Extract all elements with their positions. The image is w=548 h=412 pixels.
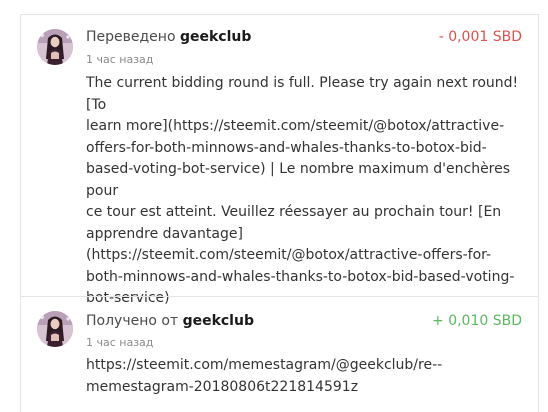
transfer-amount: - 0,001 SBD <box>438 29 522 45</box>
transfer-memo: The current bidding round is full. Pleas… <box>86 73 530 310</box>
transfer-direction-label: Переведено <box>86 29 176 45</box>
avatar[interactable] <box>37 311 73 347</box>
memo-line: https://steemit.com/memestagram/@geekclu… <box>86 357 443 373</box>
transfer-item: Переведено geekclub - 0,001 SBD 1 час на… <box>21 15 538 306</box>
transfer-time: 1 час назад <box>86 336 154 349</box>
wallet-history-page: Переведено geekclub - 0,001 SBD 1 час на… <box>0 0 548 412</box>
transfer-item: Получено от geekclub + 0,010 SBD 1 час н… <box>21 297 538 412</box>
memo-line: (https://steemit.com/steemit/@botox/attr… <box>86 247 492 263</box>
memo-line: learn more](https://steemit.com/steemit/… <box>86 118 505 134</box>
transfer-memo: https://steemit.com/memestagram/@geekclu… <box>86 355 530 398</box>
transfer-heading: Переведено geekclub <box>86 28 251 46</box>
avatar[interactable] <box>37 29 73 65</box>
memo-line: memestagram-20180806t221814591z <box>86 378 359 395</box>
transfer-username-link[interactable]: geekclub <box>180 29 251 45</box>
memo-line: offers-for-both-minnows-and-whales-thank… <box>86 139 487 156</box>
memo-line: both-minnows-and-whales-thanks-to-botox-… <box>86 268 515 285</box>
memo-line: apprendre davantage] <box>86 225 243 242</box>
transfer-time: 1 час назад <box>86 53 154 66</box>
avatar-image-icon <box>37 29 73 65</box>
avatar-image-icon <box>37 311 73 347</box>
transfer-direction-label: Получено от <box>86 313 179 329</box>
transfer-heading: Получено от geekclub <box>86 312 254 330</box>
memo-line: based-voting-bot-service) | Le nombre ma… <box>86 161 511 199</box>
transfer-history-list: Переведено geekclub - 0,001 SBD 1 час на… <box>20 14 539 412</box>
transfer-username-link[interactable]: geekclub <box>183 313 254 329</box>
transfer-amount: + 0,010 SBD <box>432 313 522 329</box>
memo-line: The current bidding round is full. Pleas… <box>86 75 519 113</box>
memo-line: ce tour est atteint. Veuillez réessayer … <box>86 204 502 220</box>
